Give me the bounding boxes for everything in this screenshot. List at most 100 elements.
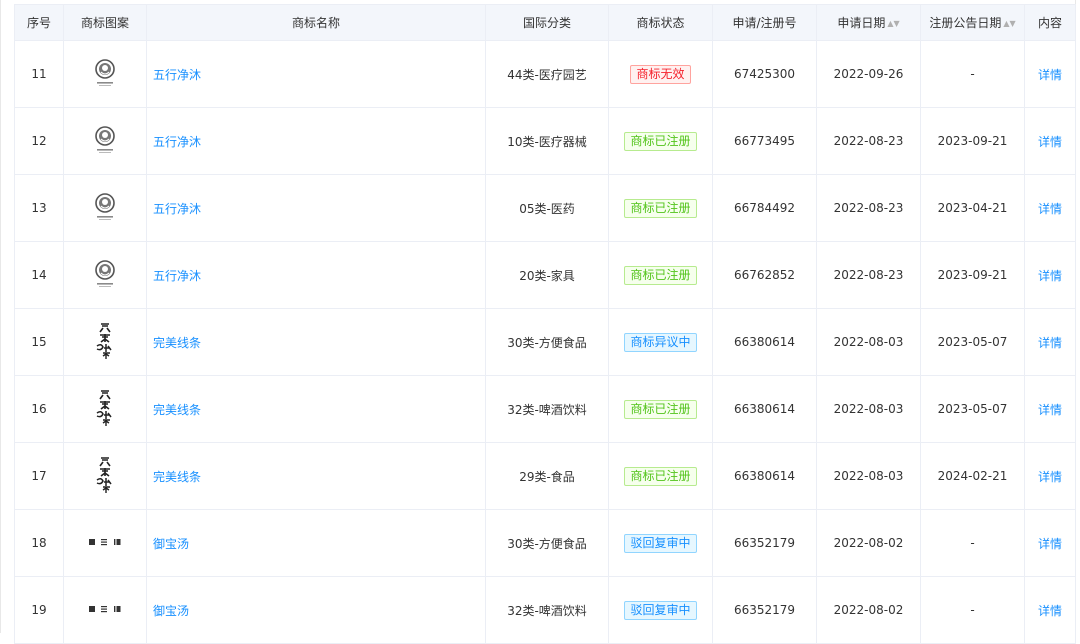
cell-reg-no: 67425300 [712,40,817,108]
cell-status: 驳回复审中 [608,576,713,644]
wanmei-logo-icon [96,456,112,493]
cell-name: 五行净沐 [146,241,486,309]
header-publish-date-label: 注册公告日期 [929,16,1002,30]
cell-name: 完美线条 [146,375,486,443]
trademark-name-link[interactable]: 五行净沐 [153,135,201,149]
cell-image [63,308,147,376]
cell-image [63,40,147,108]
cell-content: 详情 [1024,241,1076,309]
cell-name: 御宝汤 [146,576,486,644]
details-link[interactable]: 详情 [1038,604,1062,618]
cell-content: 详情 [1024,40,1076,108]
trademark-name-link[interactable]: 五行净沐 [153,68,201,82]
status-badge: 商标已注册 [624,198,697,218]
trademark-logo-image [94,456,116,497]
wuxing-logo-icon [95,192,115,220]
trademark-name-link[interactable]: 五行净沐 [153,269,201,283]
cell-name: 五行净沐 [146,107,486,175]
cell-apply-date: 2022-08-23 [816,241,921,309]
cell-apply-date: 2022-08-03 [816,442,921,510]
details-link[interactable]: 详情 [1038,68,1062,82]
header-content: 内容 [1024,4,1076,41]
trademark-name-link[interactable]: 御宝汤 [153,537,189,551]
cell-publish-date: 2024-02-21 [920,442,1025,510]
header-seq: 序号 [14,4,64,41]
cell-seq: 16 [14,375,64,443]
trademark-name-link[interactable]: 完美线条 [153,470,201,484]
status-badge: 商标已注册 [624,131,697,151]
cell-publish-date: - [920,509,1025,577]
status-badge: 商标已注册 [624,466,697,486]
cell-status: 商标已注册 [608,442,713,510]
details-link[interactable]: 详情 [1038,269,1062,283]
table-header: 序号 商标图案 商标名称 国际分类 商标状态 申请/注册号 申请日期 ▲▼ 注册公… [14,4,1076,41]
cell-image [63,241,147,309]
cell-seq: 12 [14,107,64,175]
cell-publish-date: 2023-09-21 [920,241,1025,309]
cell-seq: 14 [14,241,64,309]
details-link[interactable]: 详情 [1038,403,1062,417]
cell-content: 详情 [1024,174,1076,242]
table-row: 14 五行净沐 20类-家具 商标已注册 66762852 2022-08-23 2023-… [14,241,1076,309]
cell-status: 商标已注册 [608,375,713,443]
trademark-name-link[interactable]: 完美线条 [153,403,201,417]
cell-reg-no: 66784492 [712,174,817,242]
status-badge: 驳回复审中 [624,533,697,553]
cell-seq: 17 [14,442,64,510]
details-link[interactable]: 详情 [1038,135,1062,149]
left-border [0,0,1,633]
table-row: 15 完美线条 30类-方便食品 商标异议中 66380614 2022-08-03 202… [14,308,1076,376]
trademark-name-link[interactable]: 御宝汤 [153,604,189,618]
cell-status: 商标已注册 [608,174,713,242]
details-link[interactable]: 详情 [1038,202,1062,216]
cell-name: 御宝汤 [146,509,486,577]
details-link[interactable]: 详情 [1038,537,1062,551]
cell-status: 驳回复审中 [608,509,713,577]
cell-seq: 11 [14,40,64,108]
header-status: 商标状态 [608,4,713,41]
trademark-logo-image [90,192,120,225]
cell-name: 五行净沐 [146,174,486,242]
cell-apply-date: 2022-08-03 [816,308,921,376]
cell-class: 20类-家具 [485,241,609,309]
wanmei-logo-icon [96,389,112,426]
sort-icon[interactable]: ▲▼ [1003,19,1015,28]
cell-publish-date: 2023-09-21 [920,107,1025,175]
trademark-table: 序号 商标图案 商标名称 国际分类 商标状态 申请/注册号 申请日期 ▲▼ 注册公… [14,4,1076,644]
header-class: 国际分类 [485,4,609,41]
details-link[interactable]: 详情 [1038,336,1062,350]
header-publish-date[interactable]: 注册公告日期 ▲▼ [920,4,1025,41]
details-link[interactable]: 详情 [1038,470,1062,484]
cell-class: 05类-医药 [485,174,609,242]
cell-reg-no: 66762852 [712,241,817,309]
cell-publish-date: 2023-05-07 [920,375,1025,443]
trademark-name-link[interactable]: 五行净沐 [153,202,201,216]
cell-apply-date: 2022-08-02 [816,576,921,644]
table-body: 11 五行净沐 44类-医疗园艺 商标无效 67425300 2022-09-26- 详情 1… [14,40,1076,644]
status-badge: 商标已注册 [624,265,697,285]
cell-apply-date: 2022-08-02 [816,509,921,577]
header-apply-date[interactable]: 申请日期 ▲▼ [816,4,921,41]
yubao-logo-icon [89,539,121,546]
cell-content: 详情 [1024,107,1076,175]
cell-reg-no: 66380614 [712,375,817,443]
sort-icon[interactable]: ▲▼ [887,19,899,28]
yubao-logo-icon [89,606,121,613]
trademark-table-container: 序号 商标图案 商标名称 国际分类 商标状态 申请/注册号 申请日期 ▲▼ 注册公… [0,0,1080,644]
header-reg-no: 申请/注册号 [712,4,817,41]
cell-apply-date: 2022-09-26 [816,40,921,108]
cell-content: 详情 [1024,375,1076,443]
wanmei-logo-icon [96,322,112,359]
cell-reg-no: 66773495 [712,107,817,175]
cell-apply-date: 2022-08-23 [816,174,921,242]
wuxing-logo-icon [95,259,115,287]
trademark-logo-image [94,322,116,363]
cell-seq: 15 [14,308,64,376]
trademark-name-link[interactable]: 完美线条 [153,336,201,350]
cell-status: 商标无效 [608,40,713,108]
cell-status: 商标异议中 [608,308,713,376]
cell-class: 29类-食品 [485,442,609,510]
cell-content: 详情 [1024,509,1076,577]
trademark-logo-image [88,603,122,617]
table-row: 18 御宝汤 30类-方便食品 驳回复审中 66352179 2022-08-02- 详情 [14,509,1076,577]
